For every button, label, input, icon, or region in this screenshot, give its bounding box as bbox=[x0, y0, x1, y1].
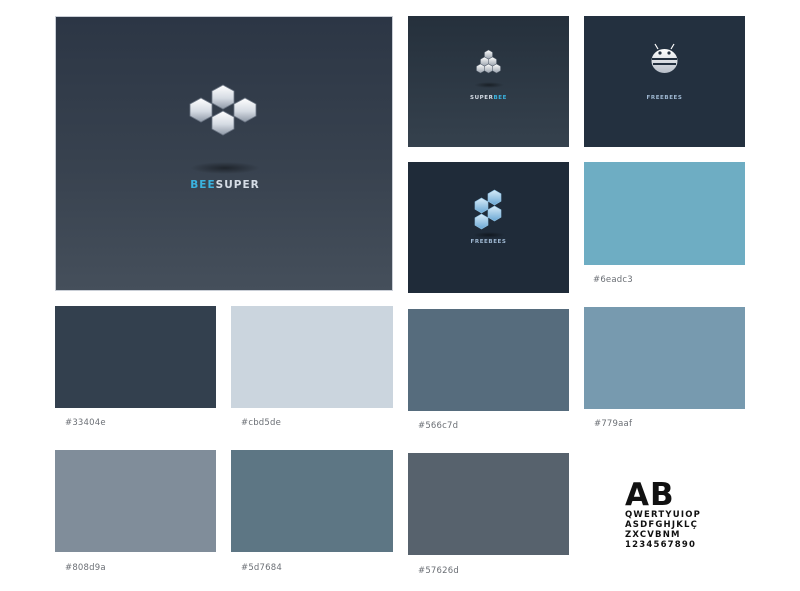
blue-hexagon-cluster-icon bbox=[474, 189, 502, 230]
logo-shadow bbox=[473, 232, 505, 238]
swatch-hex-label: #5d7684 bbox=[241, 563, 282, 573]
typography-line: ASDFGHJKLÇ bbox=[625, 520, 699, 530]
color-swatch bbox=[55, 450, 216, 552]
color-swatch bbox=[231, 450, 393, 552]
brand-wordmark: FREEBEES bbox=[646, 95, 683, 101]
logo-panel-freebees-hex: FREEBEES bbox=[408, 162, 569, 293]
swatch-hex-label: #cbd5de bbox=[241, 418, 282, 428]
brand-board: BEESUPER SUPERBEE FREEBEES FREEBEES #6ea… bbox=[0, 0, 800, 591]
wordmark-part-2: SUPER bbox=[215, 179, 260, 191]
swatch-hex-label: #566c7d bbox=[418, 421, 459, 431]
swatch-hex-label: #33404e bbox=[65, 418, 106, 428]
logo-shadow bbox=[190, 162, 260, 174]
color-swatch bbox=[584, 307, 745, 409]
wordmark-part-2: BEE bbox=[493, 95, 507, 101]
hexagon-cluster-icon bbox=[189, 84, 257, 136]
swatch-hex-label: #808d9a bbox=[65, 563, 106, 573]
typography-line: ZXCVBNM bbox=[625, 530, 681, 540]
typography-line: 1234567890 bbox=[625, 540, 697, 550]
swatch-hex-label: #6eadc3 bbox=[593, 275, 633, 285]
swatch-hex-label: #57626d bbox=[418, 566, 459, 576]
typography-sample-big: AB bbox=[625, 477, 675, 513]
color-swatch bbox=[408, 309, 569, 411]
bee-icon bbox=[651, 43, 678, 73]
logo-panel-freebees-bee: FREEBEES bbox=[584, 16, 745, 147]
color-swatch bbox=[584, 162, 745, 265]
logo-shadow bbox=[474, 82, 504, 88]
color-swatch bbox=[231, 306, 393, 408]
logo-panel-superbee: SUPERBEE bbox=[408, 16, 569, 147]
wordmark-part-1: BEE bbox=[190, 179, 216, 191]
typography-line: QWERTYUIOP bbox=[625, 510, 702, 520]
brand-wordmark: SUPERBEE bbox=[408, 95, 569, 101]
swatch-hex-label: #779aaf bbox=[594, 419, 633, 429]
color-swatch bbox=[55, 306, 216, 408]
brand-wordmark: BEESUPER bbox=[56, 179, 392, 191]
typography-specimen: AB QWERTYUIOP ASDFGHJKLÇ ZXCVBNM 1234567… bbox=[625, 477, 702, 551]
color-swatch bbox=[408, 453, 569, 555]
logo-panel-main: BEESUPER bbox=[55, 16, 393, 291]
hexagon-pyramid-icon bbox=[476, 49, 501, 74]
wordmark-part-1: SUPER bbox=[470, 95, 494, 101]
brand-wordmark: FREEBEES bbox=[470, 239, 507, 245]
